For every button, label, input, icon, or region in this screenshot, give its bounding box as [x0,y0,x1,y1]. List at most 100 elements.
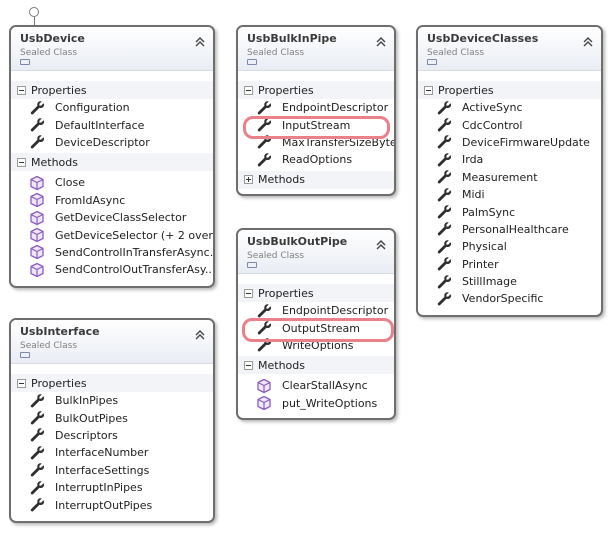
collapse-toggle-icon[interactable] [17,85,26,95]
method-item[interactable]: GetDeviceSelector (+ 2 overl... [11,226,213,243]
property-item[interactable]: Configuration [11,99,213,116]
section-label: Methods [258,173,305,187]
property-label: VendorSpecific [462,292,544,306]
wrench-icon [436,152,452,168]
property-label: ActiveSync [462,101,523,115]
properties-section-header[interactable]: Properties [418,81,601,99]
collapse-chevron-icon[interactable] [376,32,386,47]
property-label: Midi [462,188,485,202]
inheritance-anchor-icon [29,7,39,17]
class-box-usbinterface[interactable]: UsbInterface Sealed Class Properties Bul… [9,318,215,523]
property-label: DefaultInterface [55,118,145,132]
property-label: BulkOutPipes [55,411,128,425]
wrench-icon [436,274,452,290]
property-item[interactable]: PersonalHealthcare [418,221,601,238]
expand-toggle-icon[interactable] [244,175,253,185]
collapse-toggle-icon[interactable] [424,85,433,95]
property-item[interactable]: DeviceFirmwareUpdate [418,134,601,151]
method-cube-icon [29,192,45,208]
collapse-chevron-icon[interactable] [376,235,386,250]
property-item[interactable]: Printer [418,256,601,273]
section-label: Methods [31,155,78,169]
method-item[interactable]: GetDeviceClassSelector [11,209,213,226]
property-item[interactable]: EndpointDescriptor [238,99,394,116]
wrench-icon [29,497,45,513]
property-item[interactable]: InterfaceSettings [11,462,213,479]
property-item[interactable]: Measurement [418,169,601,186]
method-cube-icon [29,244,45,260]
wrench-icon [29,117,45,133]
property-label: CdcControl [462,118,523,132]
class-name: UsbBulkOutPipe [247,235,348,248]
collapse-chevron-icon[interactable] [583,32,593,47]
property-item[interactable]: DefaultInterface [11,116,213,133]
properties-section-header[interactable]: Properties [238,284,394,302]
property-label: StillImage [462,275,517,289]
wrench-icon [436,239,452,255]
class-header: UsbDevice Sealed Class [11,27,213,71]
method-item[interactable]: Close [11,174,213,191]
collapse-toggle-icon[interactable] [244,85,253,95]
method-label: FromIdAsync [55,193,126,207]
property-item[interactable]: Irda [418,151,601,168]
property-item[interactable]: Midi [418,186,601,203]
wrench-icon [436,100,452,116]
wrench-icon [436,117,452,133]
property-item[interactable]: BulkOutPipes [11,409,213,426]
method-item[interactable]: SendControlOutTransferAsy... [11,261,213,278]
method-item[interactable]: ClearStallAsync [238,377,394,394]
collapse-toggle-icon[interactable] [17,378,26,388]
property-label: Printer [462,257,499,271]
class-stereotype: Sealed Class [20,48,78,58]
collapse-toggle-icon[interactable] [17,157,26,167]
property-item[interactable]: StillImage [418,273,601,290]
method-label: ClearStallAsync [282,379,368,393]
class-box-usbbulkinpipe[interactable]: UsbBulkInPipe Sealed Class Properties En… [236,25,396,196]
class-shape-icon [247,262,257,268]
collapse-toggle-icon[interactable] [244,360,253,370]
property-label: PalmSync [462,205,516,219]
methods-section-header[interactable]: Methods [238,170,394,189]
property-item[interactable]: InterruptOutPipes [11,496,213,513]
property-item[interactable]: ReadOptions [238,151,394,168]
property-label: InterruptOutPipes [55,498,153,512]
collapse-chevron-icon[interactable] [195,32,205,47]
property-item[interactable]: BulkInPipes [11,392,213,409]
properties-section-header[interactable]: Properties [11,81,213,99]
method-label: GetDeviceClassSelector [55,211,187,225]
section-label: Properties [438,83,494,97]
collapse-chevron-icon[interactable] [195,325,205,340]
property-label: DeviceFirmwareUpdate [462,135,590,149]
section-label: Properties [258,286,314,300]
property-item[interactable]: CdcControl [418,116,601,133]
method-label: SendControlOutTransferAsy... [55,263,215,277]
property-item[interactable]: EndpointDescriptor [238,302,394,319]
property-item[interactable]: InterruptInPipes [11,479,213,496]
wrench-icon [29,427,45,443]
properties-section-header[interactable]: Properties [11,374,213,392]
property-item[interactable]: DeviceDescriptor [11,134,213,151]
method-item[interactable]: SendControlInTransferAsync... [11,244,213,261]
section-label: Methods [258,358,305,372]
property-item[interactable]: VendorSpecific [418,290,601,307]
methods-section-header[interactable]: Methods [11,153,213,172]
class-name: UsbInterface [20,325,100,338]
methods-section-header[interactable]: Methods [238,356,394,375]
method-item[interactable]: FromIdAsync [11,192,213,209]
section-label: Properties [258,83,314,97]
properties-section-header[interactable]: Properties [238,81,394,99]
highlight-outputstream [242,318,394,342]
collapse-toggle-icon[interactable] [244,288,253,298]
wrench-icon [29,462,45,478]
class-header: UsbInterface Sealed Class [11,320,213,364]
class-shape-icon [20,59,30,65]
property-item[interactable]: PalmSync [418,203,601,220]
method-item[interactable]: put_WriteOptions [238,395,394,412]
property-item[interactable]: ActiveSync [418,99,601,116]
method-cube-icon [29,175,45,191]
property-item[interactable]: Physical [418,238,601,255]
property-item[interactable]: InterfaceNumber [11,444,213,461]
class-box-usbdeviceclasses[interactable]: UsbDeviceClasses Sealed Class Properties… [416,25,603,317]
class-box-usbdevice[interactable]: UsbDevice Sealed Class Properties Config… [9,25,215,288]
property-item[interactable]: Descriptors [11,427,213,444]
